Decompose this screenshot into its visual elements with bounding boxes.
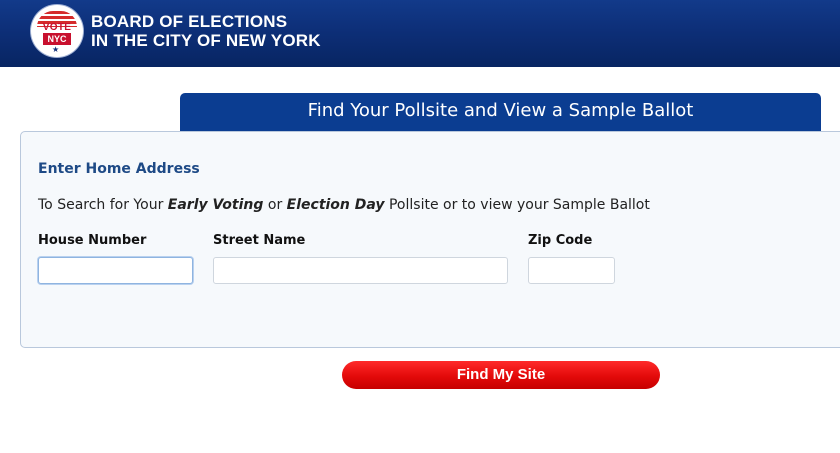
section-heading: Enter Home Address <box>38 161 200 177</box>
org-title-line-1: BOARD OF ELECTIONS <box>91 12 288 31</box>
instructions-prefix: To Search for Your <box>38 197 168 213</box>
zip-code-label: Zip Code <box>528 233 593 248</box>
instructions-or: or <box>263 197 287 213</box>
find-my-site-button[interactable]: Find My Site <box>342 361 660 389</box>
star-icon: ★ <box>52 45 60 54</box>
house-number-label: House Number <box>38 233 147 248</box>
logo-vote-text: VOTE <box>42 22 72 33</box>
pollsite-tab: Find Your Pollsite and View a Sample Bal… <box>180 93 821 131</box>
zip-code-input[interactable] <box>528 257 615 284</box>
street-name-input[interactable] <box>213 257 508 284</box>
site-header: VOTE NYC ★ BOARD OF ELECTIONS IN THE CIT… <box>0 0 840 67</box>
early-voting-text: Early Voting <box>167 197 264 213</box>
instructions-suffix: Pollsite or to view your Sample Ballot <box>384 197 650 213</box>
instructions-text: To Search for Your Early Voting or Elect… <box>38 197 650 213</box>
house-number-input[interactable] <box>38 257 193 284</box>
tab-title: Find Your Pollsite and View a Sample Bal… <box>307 100 694 121</box>
org-title-line-2: IN THE CITY OF NEW YORK <box>91 31 321 50</box>
street-name-label: Street Name <box>213 233 306 248</box>
org-title[interactable]: BOARD OF ELECTIONS IN THE CITY OF NEW YO… <box>91 12 321 50</box>
election-day-text: Election Day <box>286 197 385 213</box>
address-form-panel: Enter Home Address To Search for Your Ea… <box>20 131 840 348</box>
logo-nyc-text: NYC <box>43 33 71 45</box>
vote-nyc-logo[interactable]: VOTE NYC ★ <box>31 5 83 57</box>
